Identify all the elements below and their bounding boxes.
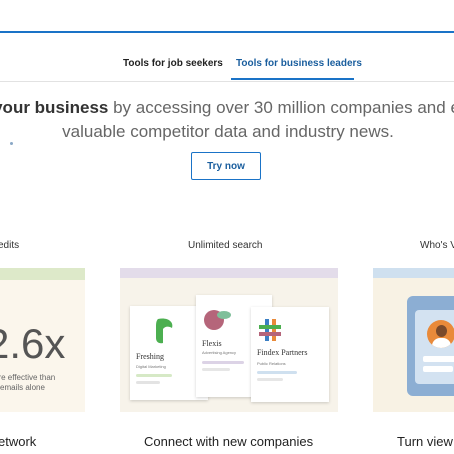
card-credits: 2.6x ore effective than emails alone: [0, 268, 85, 412]
company-name: Flexis: [202, 339, 222, 348]
stat-caption-line-2: emails alone: [0, 383, 45, 392]
hero-text: d your business by accessing over 30 mil…: [0, 96, 454, 144]
column-footer-network[interactable]: etwork: [0, 434, 36, 449]
placeholder-bar: [136, 381, 160, 384]
decorative-dot: [10, 142, 13, 145]
tab-bar: Tools for job seekers Tools for business…: [0, 58, 454, 82]
card-whos-viewed: [373, 268, 454, 412]
profile-line: [423, 366, 453, 372]
placeholder-bar: [257, 378, 283, 381]
tabs-divider: [0, 81, 454, 82]
company-card-findex: Findex Partners Public Relations: [251, 307, 329, 402]
freshing-logo-icon: [156, 318, 173, 344]
page: Tools for job seekers Tools for business…: [0, 0, 454, 454]
tab-job-seekers[interactable]: Tools for job seekers: [123, 58, 223, 69]
column-title-search: Unlimited search: [188, 240, 263, 251]
column-footer-turn-view[interactable]: Turn view: [397, 434, 453, 449]
placeholder-bar: [136, 374, 172, 377]
placeholder-bar: [202, 368, 230, 371]
card-band: [373, 268, 454, 278]
profile-avatar-icon: [427, 320, 454, 348]
tab-business-leaders[interactable]: Tools for business leaders: [236, 58, 362, 69]
company-role: Advertising Agency: [202, 350, 237, 355]
stat-caption-line-1: ore effective than: [0, 373, 56, 382]
hero-line-1-rest: by accessing over 30 million companies a…: [108, 98, 454, 117]
phone-screen: [415, 310, 454, 384]
hero-line-2: valuable competitor data and industry ne…: [62, 122, 394, 141]
profile-line: [423, 356, 454, 362]
active-tab-indicator: [231, 78, 354, 80]
placeholder-bar: [202, 361, 244, 364]
company-name: Freshing: [136, 352, 164, 361]
card-unlimited-search: Freshing Digital Marketing Flexis Advert…: [120, 268, 338, 412]
column-title-whos-viewed: Who's V: [420, 240, 454, 251]
hero-bold-text: d your business: [0, 98, 109, 117]
card-band: [0, 268, 85, 280]
stat-caption: ore effective than emails alone: [0, 373, 55, 393]
company-role: Digital Marketing: [136, 364, 166, 369]
column-footer-connect[interactable]: Connect with new companies: [144, 434, 313, 449]
hero-line-1: d your business by accessing over 30 mil…: [0, 96, 454, 120]
company-name: Findex Partners: [257, 348, 308, 357]
phone-illustration: [407, 296, 454, 396]
findex-logo-icon: [259, 319, 281, 341]
company-role: Public Relations: [257, 361, 286, 366]
card-band: [120, 268, 338, 278]
try-now-button[interactable]: Try now: [191, 152, 261, 180]
flexis-logo-icon: [204, 310, 231, 330]
column-title-credits: edits: [0, 240, 20, 251]
stat-value: 2.6x: [0, 320, 66, 367]
placeholder-bar: [257, 371, 297, 374]
header-divider: [0, 31, 454, 33]
